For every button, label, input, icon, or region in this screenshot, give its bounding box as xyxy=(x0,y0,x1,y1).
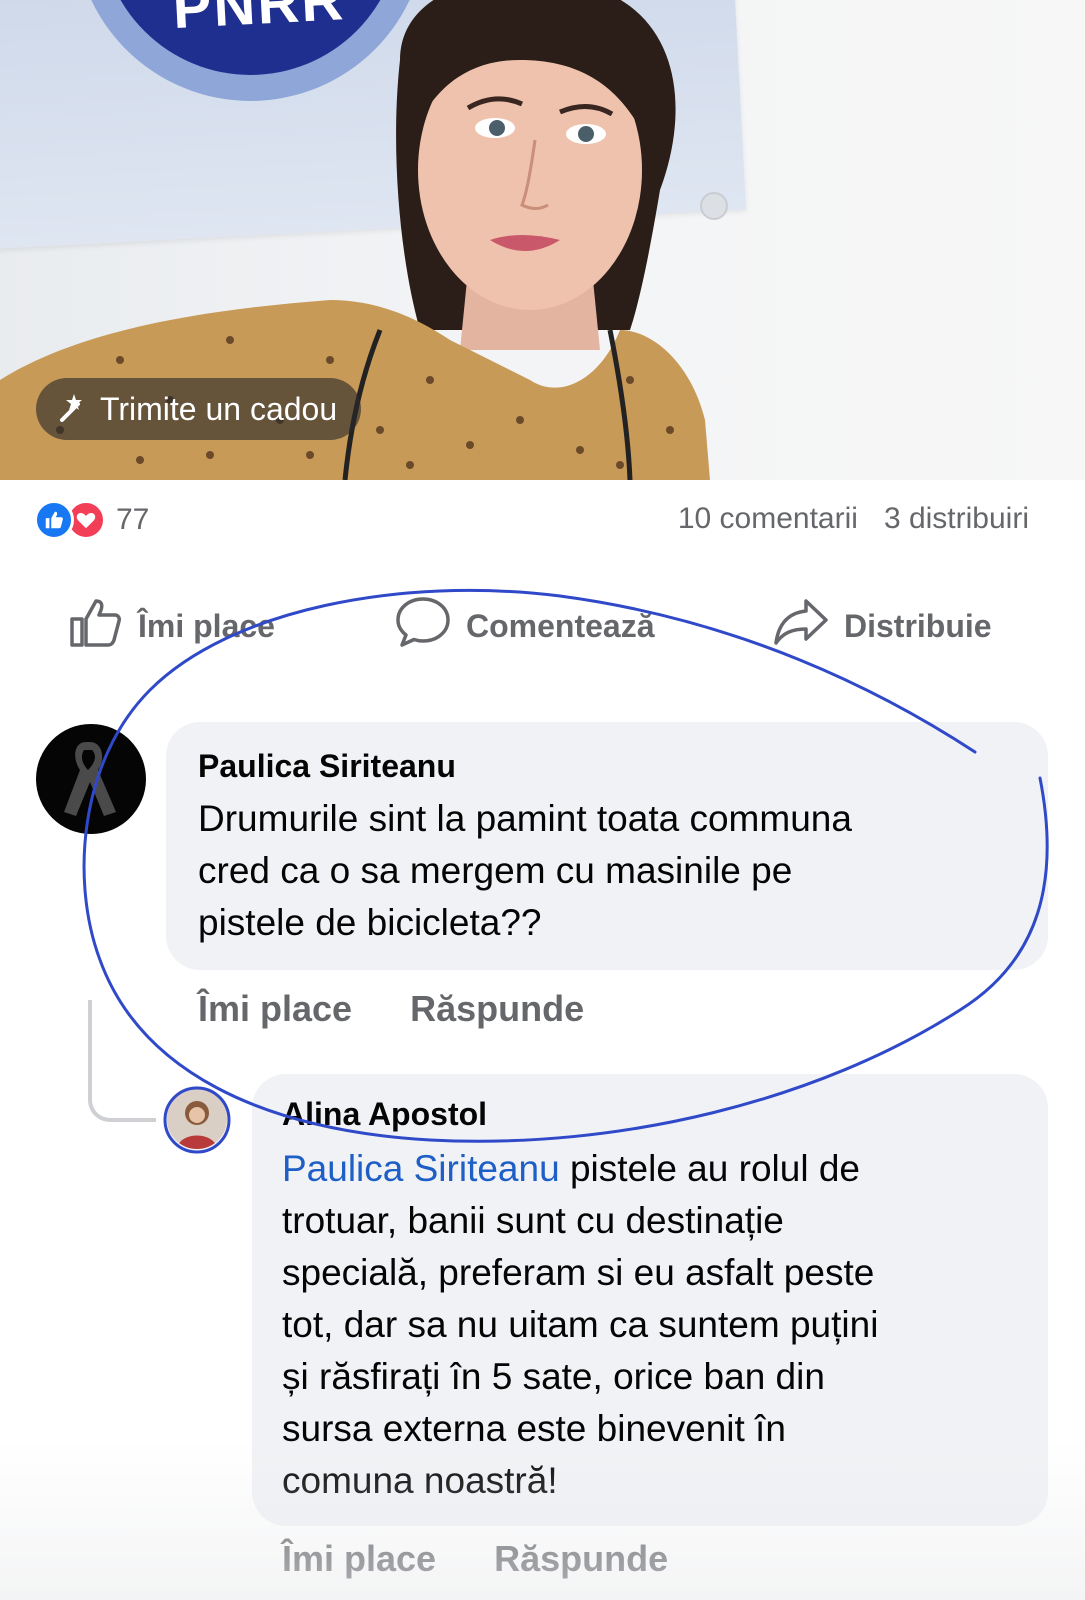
comment-bubble-icon xyxy=(394,593,452,659)
comment-line: Paulica Siriteanu pistele au rolul de xyxy=(282,1143,1018,1195)
reaction-count: 77 xyxy=(116,503,150,536)
send-gift-label: Trimite un cadou xyxy=(100,390,338,427)
comment-author[interactable]: Paulica Siriteanu xyxy=(198,748,1018,785)
comment-button[interactable]: Comentează xyxy=(394,596,655,656)
share-count-link[interactable]: 3 distribuiri xyxy=(884,502,1029,536)
comment-author[interactable]: Alina Apostol xyxy=(282,1096,1018,1133)
engagement-counts: 10 comentarii 3 distribuiri xyxy=(678,502,1029,536)
comment-line: pistele de bicicleta?? xyxy=(198,902,542,943)
comment-line: Drumurile sint la pamint toata communa xyxy=(198,798,852,839)
share-button-label: Distribuie xyxy=(844,607,992,644)
comment-bubble-alina: Alina Apostol Paulica Siriteanu pistele … xyxy=(252,1074,1048,1526)
send-gift-button[interactable]: Trimite un cadou xyxy=(36,378,362,440)
comment-actions-paulica: Îmi place Răspunde xyxy=(198,988,584,1030)
comment-text: Drumurile sint la pamint toata communa c… xyxy=(198,793,1018,949)
comment-line-rest: pistele au rolul de xyxy=(559,1148,860,1189)
comment-line: și răsfirați în 5 sate, orice ban din xyxy=(282,1356,825,1397)
reaction-summary[interactable]: 77 xyxy=(34,500,149,540)
share-button[interactable]: Distribuie xyxy=(772,596,992,656)
mention-link[interactable]: Paulica Siriteanu xyxy=(282,1148,560,1189)
comment-line: sursa externa este binevenit în xyxy=(282,1408,786,1449)
comment-bubble-paulica: Paulica Siriteanu Drumurile sint la pami… xyxy=(166,722,1048,970)
thumbs-up-icon xyxy=(66,593,124,659)
like-button[interactable]: Îmi place xyxy=(66,596,275,656)
comment-line: specială, preferam si eu asfalt peste xyxy=(282,1252,875,1293)
profile-photo-icon xyxy=(177,1101,217,1149)
comment-line: tot, dar sa nu uitam ca suntem puțini xyxy=(282,1304,879,1345)
comment-text: Paulica Siriteanu pistele au rolul de tr… xyxy=(282,1143,1018,1507)
avatar-paulica[interactable] xyxy=(36,724,146,834)
share-arrow-icon xyxy=(772,593,830,659)
comment-reply-button[interactable]: Răspunde xyxy=(494,1538,668,1580)
black-ribbon-icon xyxy=(64,742,116,816)
like-button-label: Îmi place xyxy=(138,607,275,644)
comment-count-link[interactable]: 10 comentarii xyxy=(678,502,858,536)
comment-like-button[interactable]: Îmi place xyxy=(282,1538,436,1580)
avatar-alina[interactable] xyxy=(164,1086,230,1152)
reply-thread-line xyxy=(88,1000,156,1122)
comment-button-label: Comentează xyxy=(466,607,655,644)
comment-line: trotuar, banii sunt cu destinație xyxy=(282,1200,784,1241)
comment-like-button[interactable]: Îmi place xyxy=(198,988,352,1030)
post-photo[interactable]: PNRR Trimite un cadou xyxy=(0,0,1085,480)
post-action-bar: Îmi place Comentează Distribuie xyxy=(0,596,1085,656)
comment-line: comuna noastră! xyxy=(282,1460,558,1501)
comment-line: cred ca o sa mergem cu masinile pe xyxy=(198,850,793,891)
like-icon xyxy=(34,500,74,540)
comment-actions-alina: Îmi place Răspunde xyxy=(282,1538,668,1580)
gift-icon xyxy=(54,390,88,429)
comment-reply-button[interactable]: Răspunde xyxy=(410,988,584,1030)
